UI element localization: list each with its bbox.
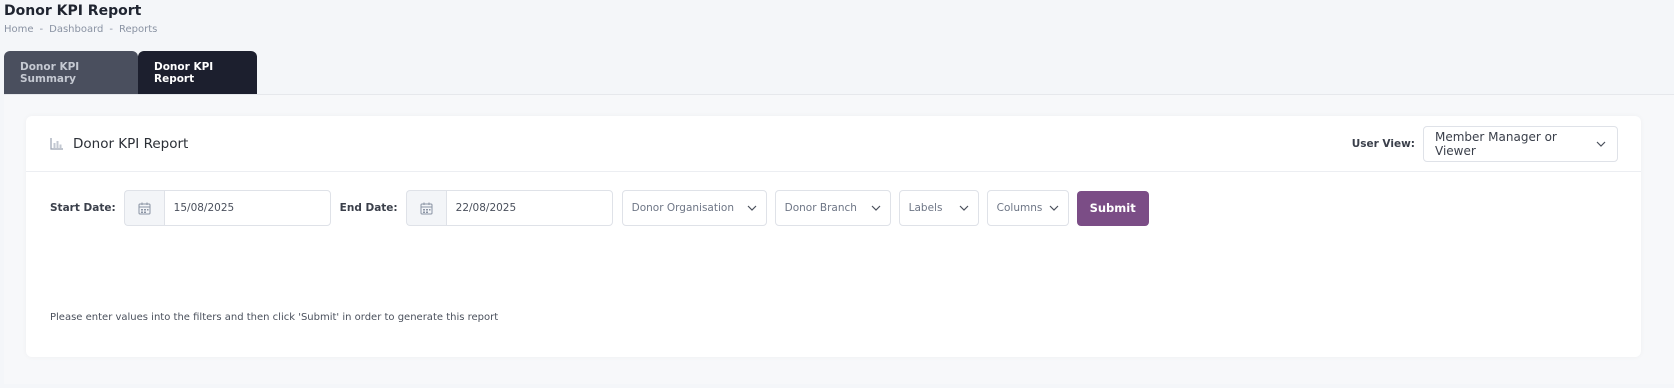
donor-branch-select[interactable]: Donor Branch bbox=[774, 190, 891, 226]
chevron-down-icon bbox=[1049, 205, 1059, 211]
end-date-group: 22/08/2025 bbox=[405, 190, 613, 226]
start-date-group: 15/08/2025 bbox=[123, 190, 331, 226]
bar-chart-icon bbox=[50, 137, 64, 150]
columns-placeholder: Columns bbox=[996, 202, 1043, 214]
user-view: User View: Member Manager or Viewer bbox=[1351, 125, 1618, 162]
instruction-message: Please enter values into the filters and… bbox=[50, 312, 499, 323]
page-header: Donor KPI Report Home - Dashboard - Repo… bbox=[4, 2, 157, 35]
labels-select[interactable]: Labels bbox=[898, 190, 979, 226]
tab-donor-kpi-summary[interactable]: Donor KPI Summary bbox=[4, 51, 138, 94]
chevron-down-icon bbox=[871, 205, 881, 211]
card-title-wrap: Donor KPI Report bbox=[50, 136, 188, 152]
report-card: Donor KPI Report User View: Member Manag… bbox=[26, 116, 1641, 357]
content-area: Donor KPI Report User View: Member Manag… bbox=[4, 94, 1674, 384]
breadcrumb-separator: - bbox=[109, 24, 114, 35]
breadcrumb-reports[interactable]: Reports bbox=[119, 24, 157, 35]
chevron-down-icon bbox=[747, 205, 757, 211]
donor-organisation-placeholder: Donor Organisation bbox=[631, 202, 734, 214]
report-tabs: Donor KPI Summary Donor KPI Report bbox=[4, 51, 257, 94]
columns-select[interactable]: Columns bbox=[986, 190, 1069, 226]
start-date-input[interactable]: 15/08/2025 bbox=[163, 190, 331, 226]
labels-placeholder: Labels bbox=[908, 202, 943, 214]
user-view-label: User View: bbox=[1351, 137, 1415, 150]
chevron-down-icon bbox=[1596, 141, 1606, 147]
breadcrumb-home[interactable]: Home bbox=[4, 24, 34, 35]
filter-row: Start Date: 15/08/2025 End Date: 22/08/2… bbox=[50, 190, 1149, 226]
tab-donor-kpi-report[interactable]: Donor KPI Report bbox=[138, 51, 257, 94]
donor-organisation-select[interactable]: Donor Organisation bbox=[621, 190, 767, 226]
donor-branch-placeholder: Donor Branch bbox=[784, 202, 857, 214]
calendar-icon[interactable] bbox=[405, 190, 446, 226]
calendar-icon[interactable] bbox=[123, 190, 164, 226]
breadcrumb-separator: - bbox=[39, 24, 44, 35]
start-date-label: Start Date: bbox=[50, 202, 116, 214]
breadcrumb-dashboard[interactable]: Dashboard bbox=[49, 24, 103, 35]
user-view-value: Member Manager or Viewer bbox=[1435, 129, 1557, 158]
end-date-label: End Date: bbox=[339, 202, 398, 214]
breadcrumb: Home - Dashboard - Reports bbox=[4, 24, 157, 35]
page-title: Donor KPI Report bbox=[4, 3, 142, 19]
end-date-input[interactable]: 22/08/2025 bbox=[445, 190, 613, 226]
card-header: Donor KPI Report User View: Member Manag… bbox=[26, 116, 1641, 172]
chevron-down-icon bbox=[959, 205, 969, 211]
user-view-select[interactable]: Member Manager or Viewer bbox=[1423, 125, 1618, 162]
submit-button[interactable]: Submit bbox=[1076, 190, 1149, 226]
card-title: Donor KPI Report bbox=[73, 135, 189, 152]
